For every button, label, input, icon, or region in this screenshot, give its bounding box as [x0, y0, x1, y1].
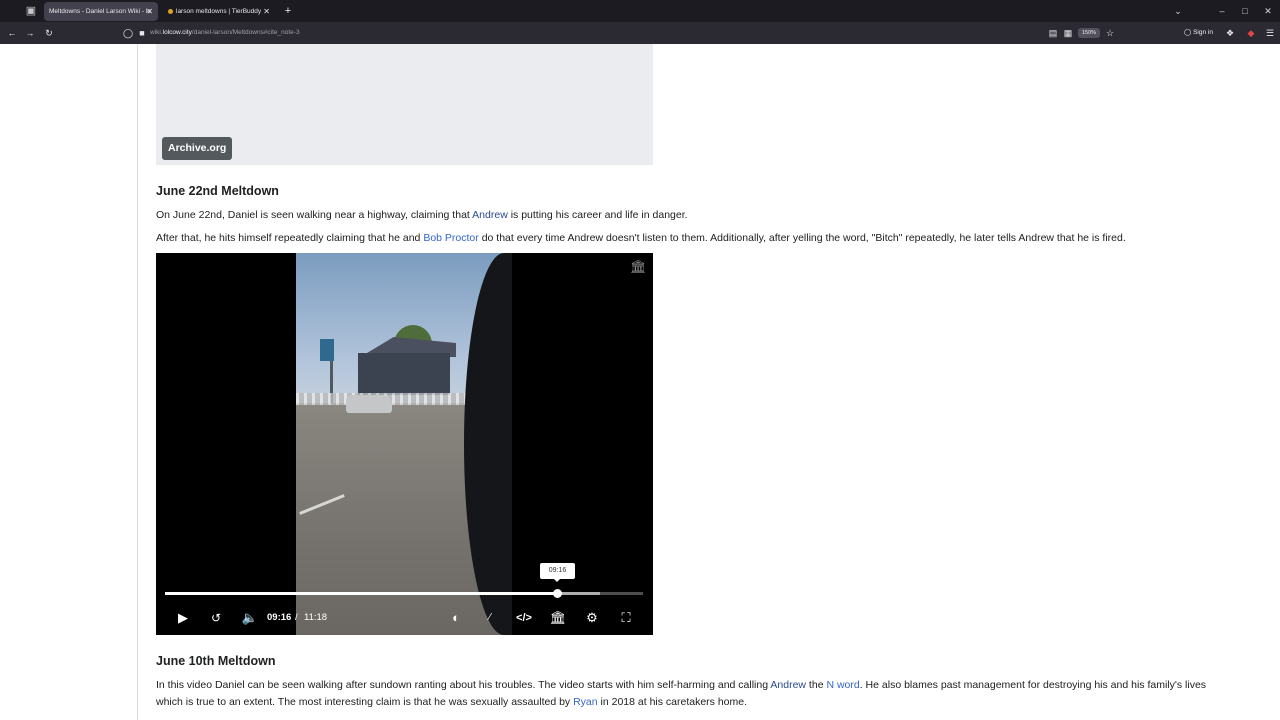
text: is putting his career and life in danger…: [507, 209, 688, 221]
captions-icon[interactable]: ◐: [446, 608, 466, 628]
lock-icon[interactable]: ■: [134, 25, 150, 41]
picture-in-picture-icon[interactable]: ▦: [1060, 25, 1076, 41]
text: After that, he hits himself repeatedly c…: [156, 232, 424, 244]
bookmark-star-icon[interactable]: ☆: [1102, 25, 1118, 41]
new-tab-plus-icon[interactable]: +: [282, 3, 294, 19]
reload-icon[interactable]: ↻: [41, 25, 57, 41]
close-tab-icon[interactable]: ✕: [146, 2, 153, 21]
text: In this video Daniel can be seen walking…: [156, 679, 771, 691]
ublock-shield-icon[interactable]: ◆: [1243, 25, 1259, 41]
nav-bar: ← → ↻ ◯ ■ wiki.lolcow.city/daniel-larson…: [0, 22, 1280, 44]
section-heading: June 22nd Meltdown: [156, 184, 279, 198]
seek-tooltip: 09:16: [540, 563, 575, 582]
seek-bar[interactable]: [165, 589, 643, 598]
account-icon: ◯: [1184, 29, 1192, 36]
paragraph: which is true to an extent. The most int…: [156, 694, 747, 711]
text: in 2018 at his caretakers home.: [597, 696, 748, 708]
text: . He also blames past management for des…: [859, 679, 1207, 691]
link-n-word[interactable]: N word: [826, 679, 859, 691]
back-arrow-icon[interactable]: ←: [4, 25, 20, 41]
video-player[interactable]: 🏛 09:16 ▶ ↺ 🔈 09:16 / 11:18 ◐ ⁄ </> 🏛 ⚙ …: [156, 253, 653, 635]
tab-meltdowns[interactable]: Meltdowns - Daniel Larson Wiki - lo ✕: [44, 2, 158, 21]
tab-title: larson meltdowns | TierBuddy: [176, 8, 262, 15]
close-tab-icon[interactable]: ✕: [263, 2, 270, 21]
speed-icon[interactable]: ⁄: [482, 608, 498, 628]
rewind-10-icon[interactable]: ↺: [206, 608, 226, 628]
archive-logo-icon: 🏛: [630, 259, 647, 274]
link-andrew[interactable]: Andrew: [770, 679, 806, 691]
video-frame: [296, 253, 512, 635]
tab-bar: ▣ Meltdowns - Daniel Larson Wiki - lo ✕ …: [0, 0, 1280, 22]
account-button[interactable]: ◯ Sign in: [1184, 26, 1213, 40]
link-bob-proctor[interactable]: Bob Proctor: [423, 232, 478, 244]
link-andrew[interactable]: Andrew: [472, 209, 508, 221]
menu-hamburger-icon[interactable]: ☰: [1262, 25, 1278, 41]
text: the: [806, 679, 827, 691]
archive-badge[interactable]: Archive.org: [162, 137, 233, 160]
embed-code-icon[interactable]: </>: [512, 608, 536, 628]
played-bar: [165, 592, 557, 595]
text: do that every time Andrew doesn't listen…: [478, 232, 1126, 244]
seek-handle[interactable]: [552, 589, 562, 598]
maximize-icon[interactable]: □: [1237, 3, 1253, 19]
archive-org-icon[interactable]: 🏛: [548, 608, 568, 628]
text: which is true to an extent. The most int…: [156, 696, 574, 708]
favicon-icon: [168, 8, 173, 14]
fullscreen-icon[interactable]: ⛶: [616, 608, 636, 628]
section-heading: June 10th Meltdown: [156, 654, 276, 668]
reader-view-icon[interactable]: ▤: [1045, 25, 1061, 41]
tab-tierbuddy[interactable]: larson meltdowns | TierBuddy ✕: [163, 2, 275, 21]
minimize-icon[interactable]: –: [1214, 3, 1230, 19]
duration: 11:18: [304, 612, 328, 623]
play-icon[interactable]: ▶: [174, 608, 192, 628]
page-content: Archive.org June 22nd Meltdown On June 2…: [0, 44, 1280, 720]
volume-icon[interactable]: 🔈: [240, 608, 260, 628]
url-domain: lolcow.city: [162, 29, 192, 36]
text: On June 22nd, Daniel is seen walking nea…: [156, 209, 473, 221]
archive-embed[interactable]: Archive.org: [156, 44, 653, 165]
signin-label: Sign in: [1193, 29, 1213, 36]
extensions-icon[interactable]: ❖: [1222, 25, 1238, 41]
sidebar-divider: [137, 44, 138, 720]
close-window-icon[interactable]: ✕: [1260, 3, 1276, 19]
zoom-level[interactable]: 150%: [1078, 28, 1100, 38]
address-bar[interactable]: wiki.lolcow.city/daniel-larson/Meltdowns…: [150, 26, 300, 40]
list-all-tabs-chevron-icon[interactable]: ⌄: [1170, 3, 1186, 19]
tab-title: Meltdowns - Daniel Larson Wiki - lo: [49, 8, 151, 15]
url-prefix: wiki.: [150, 29, 163, 36]
settings-gear-icon[interactable]: ⚙: [582, 608, 602, 628]
forward-arrow-icon[interactable]: →: [22, 25, 38, 41]
paragraph: On June 22nd, Daniel is seen walking nea…: [156, 207, 688, 224]
paragraph: In this video Daniel can be seen walking…: [156, 677, 1206, 694]
link-ryan[interactable]: Ryan: [573, 696, 598, 708]
paragraph: After that, he hits himself repeatedly c…: [156, 230, 1126, 247]
url-path: /daniel-larson/Meltdowns#cite_note-3: [191, 29, 300, 36]
tab-overview-icon[interactable]: ▣: [24, 4, 38, 18]
time-separator: /: [295, 612, 298, 623]
current-time: 09:16: [267, 612, 292, 623]
